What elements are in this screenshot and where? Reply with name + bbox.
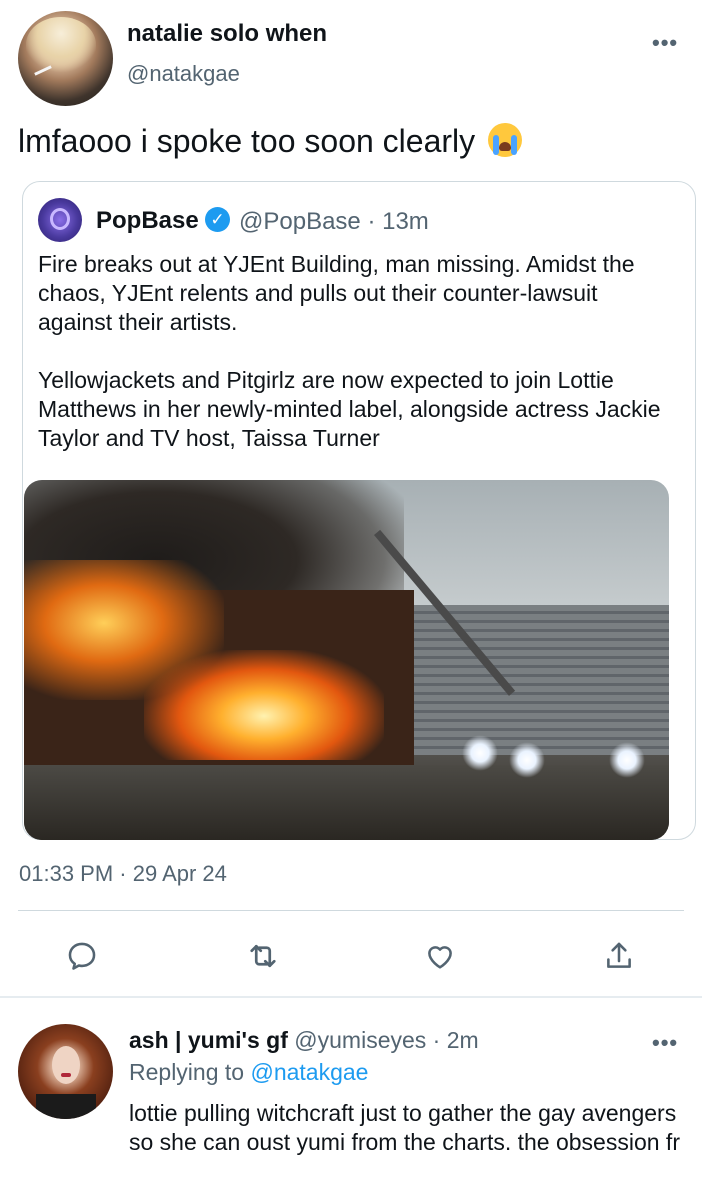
more-horizontal-icon[interactable]: ••• (652, 1030, 678, 1056)
quoted-display-name[interactable]: PopBase (96, 207, 199, 235)
share-icon[interactable] (599, 936, 639, 976)
reply-avatar[interactable] (18, 1024, 113, 1119)
reply-header: ash | yumi's gf @yumiseyes · 2m (129, 1027, 479, 1054)
tweet-text-content: lmfaooo i spoke too soon clearly (18, 123, 476, 159)
quoted-paragraph-2: Yellowjackets and Pitgirlz are now expec… (38, 367, 661, 451)
quoted-handle-time: @PopBase · 13m (239, 208, 429, 235)
quoted-paragraph-1: Fire breaks out at YJEnt Building, man m… (38, 251, 635, 335)
retweet-icon[interactable] (243, 936, 283, 976)
display-name[interactable]: natalie solo when (127, 20, 327, 48)
reply-icon[interactable] (62, 936, 102, 976)
avatar[interactable] (18, 11, 113, 106)
avatar-hair (26, 17, 96, 72)
verified-badge-icon: ✓ (205, 207, 230, 232)
reply-text: lottie pulling witchcraft just to gather… (129, 1100, 680, 1155)
like-icon[interactable] (420, 936, 460, 976)
reply-display-name[interactable]: ash | yumi's gf (129, 1027, 288, 1053)
quoted-avatar[interactable] (38, 198, 82, 242)
divider (18, 910, 684, 911)
more-horizontal-icon[interactable]: ••• (652, 30, 678, 56)
replying-to-mention[interactable]: @natakgae (250, 1059, 368, 1085)
quoted-media-image[interactable] (24, 480, 669, 840)
tweet-text: lmfaooo i spoke too soon clearly (18, 120, 523, 162)
replying-to-label: Replying to (129, 1059, 245, 1085)
reply-handle-time[interactable]: @yumiseyes · 2m (294, 1027, 478, 1053)
section-divider (0, 996, 702, 998)
crying-face-emoji-icon (488, 123, 523, 157)
user-handle[interactable]: @natakgae (127, 61, 240, 87)
tweet-timestamp[interactable]: 01:33 PM · 29 Apr 24 (19, 861, 227, 887)
replying-to: Replying to @natakgae (129, 1059, 368, 1086)
quoted-tweet-text: Fire breaks out at YJEnt Building, man m… (38, 250, 678, 482)
